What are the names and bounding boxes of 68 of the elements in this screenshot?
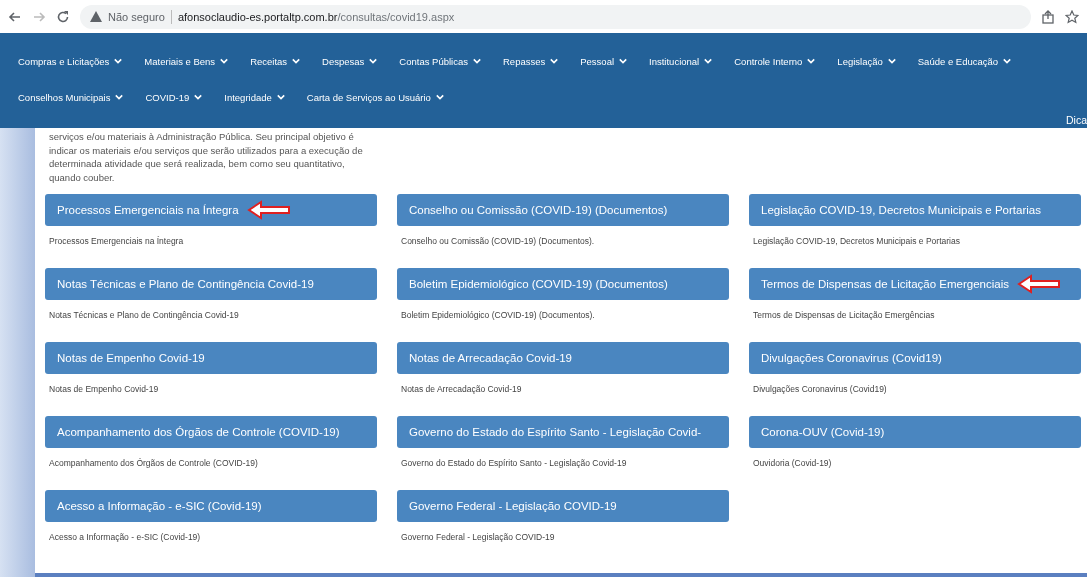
category-button[interactable]: Acompanhamento dos Órgãos de Controle (COVID-19): [45, 416, 377, 448]
menu-item[interactable]: Legislação: [837, 55, 896, 67]
category-button[interactable]: Conselho ou Comissão (COVID-19) (Documentos): [397, 194, 729, 226]
tips-link[interactable]: Dica: [1066, 114, 1087, 126]
category-description: Conselho ou Comissão (COVID-19) (Documentos).: [401, 236, 596, 246]
url-text: afonsoclaudio-es.portaltp.com.br/consultas/covid19.aspx: [177, 10, 455, 23]
category-button[interactable]: Processos Emergenciais na Íntegra: [45, 194, 377, 226]
category-button[interactable]: Governo Federal - Legislação COVID-19: [397, 490, 729, 522]
category-description: Termos de Dispensas de Licitação Emergências: [753, 310, 936, 320]
category-description: Acesso a Informação - e-SIC (Covid-19): [49, 532, 202, 542]
caret-icon: [473, 58, 481, 64]
caret-icon: [220, 58, 229, 64]
menu-item[interactable]: Pessoal: [580, 55, 628, 67]
menu-item[interactable]: COVID-19: [145, 91, 203, 103]
menu-item[interactable]: Carta de Serviços ao Usuário: [306, 91, 444, 103]
security-label: Não seguro: [108, 10, 165, 23]
caret-icon: [619, 58, 628, 64]
caret-icon: [435, 94, 444, 100]
intro-paragraph: serviços e/ou materiais à Administração Pública. Seu principal objetivo é indicar os materiais e/ou serviços que serão utilizados para a execução de determinada atividade que será realizada, bem como seu quantitativo, quando couber.: [49, 130, 364, 184]
menu-item[interactable]: Repasses: [503, 55, 559, 67]
category-description: Notas de Arrecadação Covid-19: [401, 384, 523, 394]
category-description: Legislação COVID-19, Decretos Municipais e Portarias: [753, 236, 961, 246]
category-button[interactable]: Governo do Estado do Espírito Santo - Legislação Covid-: [397, 416, 729, 448]
category-description: Acompanhamento dos Órgãos de Controle (COVID-19): [49, 458, 259, 468]
share-icon[interactable]: [1041, 9, 1055, 24]
caret-icon: [276, 94, 285, 100]
back-icon[interactable]: [8, 9, 22, 24]
caret-icon: [114, 58, 123, 64]
menu-item[interactable]: Materiais e Bens: [144, 55, 229, 67]
category-description: Ouvidoria (Covid-19): [753, 458, 833, 468]
category-description: Notas Técnicas e Plano de Contingência Covid-19: [49, 310, 240, 320]
caret-icon: [194, 94, 203, 100]
menu-item[interactable]: Institucional: [649, 55, 713, 67]
menu-item[interactable]: Despesas: [322, 55, 378, 67]
category-description: Governo Federal - Legislação COVID-19: [401, 532, 556, 542]
menu-item[interactable]: Contas Públicas: [399, 55, 481, 67]
address-bar[interactable]: Não seguro afonsoclaudio-es.portaltp.com.br/consultas/covid19.aspx: [80, 4, 1031, 29]
category-button[interactable]: Notas de Arrecadação Covid-19: [397, 342, 729, 374]
category-button[interactable]: Boletim Epidemiológico (COVID-19) (Documentos): [397, 268, 729, 300]
category-button[interactable]: Acesso a Informação - e-SIC (Covid-19): [45, 490, 377, 522]
caret-icon: [887, 58, 896, 64]
category-description: Boletim Epidemiológico (COVID-19) (Documentos).: [401, 310, 596, 320]
menu-item[interactable]: Saúde e Educação: [917, 55, 1012, 67]
menu-item[interactable]: Integridade: [224, 91, 285, 103]
caret-icon: [704, 58, 713, 64]
category-button[interactable]: Termos de Dispensas de Licitação Emergenciais: [749, 268, 1081, 300]
category-button[interactable]: Legislação COVID-19, Decretos Municipais e Portarias: [749, 194, 1081, 226]
caret-icon: [550, 58, 559, 64]
star-icon[interactable]: [1065, 9, 1079, 24]
category-button[interactable]: Notas de Empenho Covid-19: [45, 342, 377, 374]
reload-icon[interactable]: [56, 9, 70, 24]
warning-icon: [90, 11, 102, 22]
category-description: Processos Emergenciais na Íntegra: [49, 236, 185, 246]
category-button[interactable]: Notas Técnicas e Plano de Contingência Covid-19: [45, 268, 377, 300]
menu-item[interactable]: Conselhos Municipais: [18, 91, 124, 103]
caret-icon: [292, 58, 301, 64]
category-button[interactable]: Corona-OUV (Covid-19): [749, 416, 1081, 448]
caret-icon: [115, 94, 124, 100]
category-description: Governo do Estado do Espírito Santo - Legislação Covid-19: [401, 458, 628, 468]
caret-icon: [369, 58, 378, 64]
menu-item[interactable]: Controle Interno: [734, 55, 816, 67]
menu-item[interactable]: Compras e Licitações: [18, 55, 123, 67]
category-description: Notas de Empenho Covid-19: [49, 384, 160, 394]
category-button[interactable]: Divulgações Coronavirus (Covid19): [749, 342, 1081, 374]
menu-item[interactable]: Receitas: [250, 55, 301, 67]
caret-icon: [1003, 58, 1012, 64]
caret-icon: [807, 58, 816, 64]
category-description: Divulgações Coronavirus (Covid19): [753, 384, 888, 394]
